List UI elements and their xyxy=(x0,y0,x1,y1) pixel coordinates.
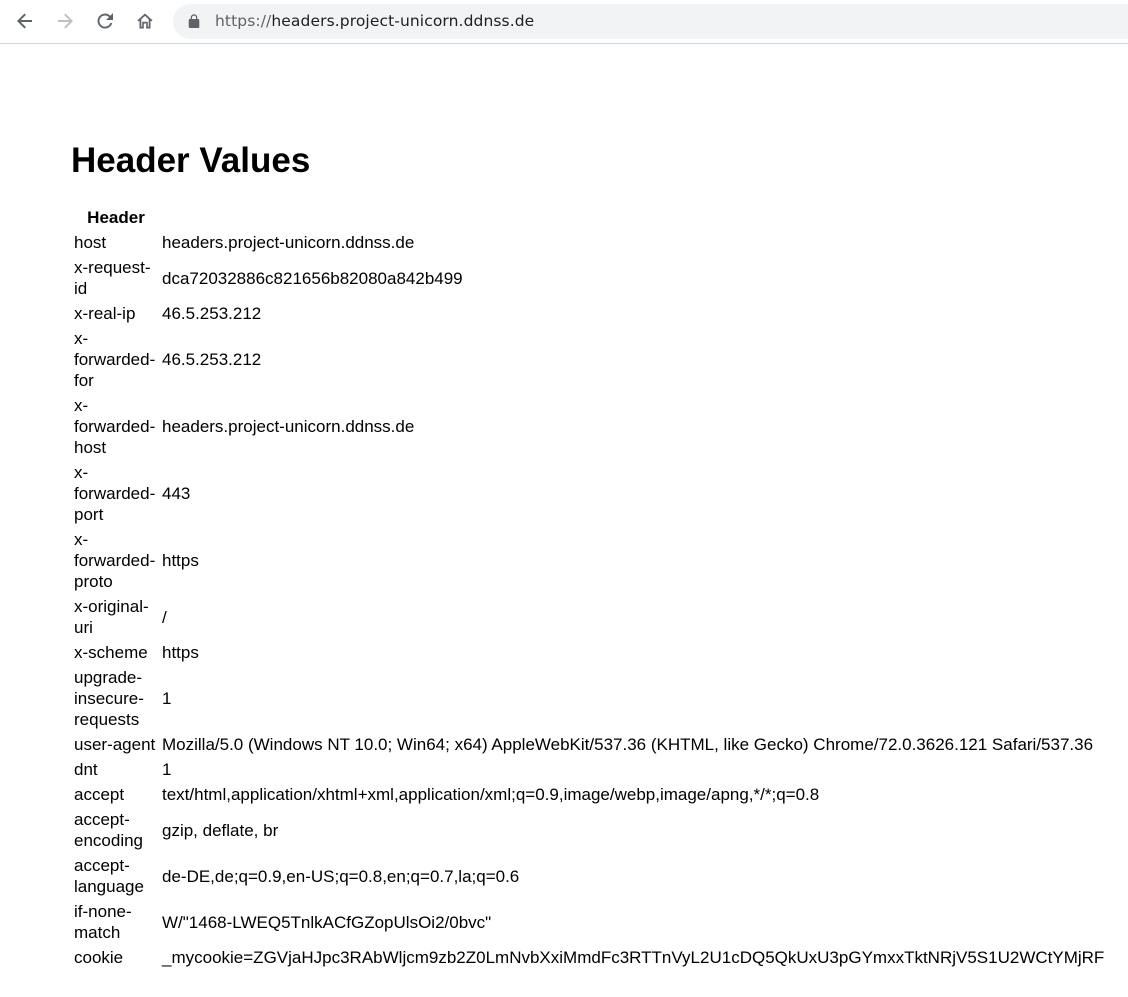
url-host: headers.project-unicorn.ddnss.de xyxy=(271,12,535,30)
header-value-cell: 1 xyxy=(162,760,172,779)
header-value-cell: gzip, deflate, br xyxy=(162,820,279,840)
header-name-cell: if-none-match xyxy=(74,902,132,942)
table-row: host headers.project-unicorn.ddnss.de xyxy=(73,231,1105,254)
header-name-cell: x-forwarded-proto xyxy=(74,530,156,591)
header-name-cell: x-request-id xyxy=(74,258,151,298)
table-body: host headers.project-unicorn.ddnss.de x-re… xyxy=(73,231,1105,969)
table-row: x-real-ip 46.5.253.212 xyxy=(73,302,1105,325)
header-name-cell: accept-encoding xyxy=(74,810,144,850)
header-value-cell: dca72032886c821656b82080a842b499 xyxy=(162,268,463,288)
forward-button[interactable] xyxy=(50,6,80,36)
header-value-cell: _mycookie=ZGVjaHJpc3RAbWljcm9zb2Z0LmNvbX… xyxy=(162,948,1105,967)
header-value-cell: Mozilla/5.0 (Windows NT 10.0; Win64; x64… xyxy=(162,735,1094,754)
header-value-cell: / xyxy=(162,607,167,627)
header-value-cell: headers.project-unicorn.ddnss.de xyxy=(162,417,415,436)
header-name-cell: user-agent xyxy=(74,735,156,754)
header-value-cell: W/"1468-LWEQ5TnlkACfGZopUlsOi2/0bvc" xyxy=(162,912,492,932)
column-header-header: Header xyxy=(87,208,145,227)
header-name-cell: host xyxy=(74,233,107,252)
table-row: x-forwarded-port 443 xyxy=(73,461,1105,526)
url-scheme: https:// xyxy=(215,12,272,30)
header-values-table: Header host headers.project-unicorn.ddnss… xyxy=(71,204,1107,971)
table-row: x-scheme https xyxy=(73,641,1105,664)
header-value-cell: 46.5.253.212 xyxy=(162,304,262,323)
table-row: x-request-id dca72032886c821656b82080a842… xyxy=(73,256,1105,300)
table-header-row: Header xyxy=(73,206,1105,229)
url-text: https://headers.project-unicorn.ddnss.de xyxy=(215,12,534,30)
arrow-left-icon xyxy=(17,13,32,29)
address-bar[interactable]: https://headers.project-unicorn.ddnss.de xyxy=(173,4,1128,39)
header-name-cell: cookie xyxy=(74,948,124,967)
header-value-cell: headers.project-unicorn.ddnss.de xyxy=(162,233,415,252)
header-name-cell: x-forwarded-port xyxy=(74,463,156,524)
header-value-cell: 443 xyxy=(162,484,191,503)
home-icon xyxy=(137,13,153,29)
reload-button[interactable] xyxy=(90,6,120,36)
header-name-cell: x-forwarded-for xyxy=(74,329,156,390)
back-button[interactable] xyxy=(10,6,40,36)
page-title: Header Values xyxy=(71,141,311,180)
header-value-cell: 1 xyxy=(162,689,172,708)
table-row: x-forwarded-proto https xyxy=(73,528,1105,593)
table-row: upgrade-insecure-requests 1 xyxy=(73,666,1105,731)
header-name-cell: accept-language xyxy=(74,856,144,896)
table-row: accept text/html,application/xhtml+xml,ap… xyxy=(73,783,1105,806)
header-name-cell: x-real-ip xyxy=(74,304,136,323)
table-row: dnt 1 xyxy=(73,758,1105,781)
header-name-cell: accept xyxy=(74,785,125,804)
table-row: user-agent Mozilla/5.0 (Windows NT 10.0; … xyxy=(73,733,1105,756)
header-value-cell: de-DE,de;q=0.9,en-US;q=0.8,en;q=0.7,la;q… xyxy=(162,866,520,886)
header-value-cell: text/html,application/xhtml+xml,applicat… xyxy=(162,785,820,804)
header-value-cell: 46.5.253.212 xyxy=(162,350,262,369)
header-name-cell: x-forwarded-host xyxy=(74,396,156,457)
table-row: x-forwarded-host headers.project-unicorn.… xyxy=(73,394,1105,459)
table-row: cookie _mycookie=ZGVjaHJpc3RAbWljcm9zb2Z0… xyxy=(73,946,1105,969)
table-row: accept-encoding gzip, deflate, br xyxy=(73,808,1105,852)
lock-icon xyxy=(188,14,200,29)
header-name-cell: upgrade-insecure-requests xyxy=(74,668,144,729)
header-value-cell: https xyxy=(162,551,199,570)
header-name-cell: x-scheme xyxy=(74,643,148,662)
home-button[interactable] xyxy=(130,6,160,36)
table-row: if-none-match W/"1468-LWEQ5TnlkACfGZopUls… xyxy=(73,900,1105,944)
browser-toolbar: https://headers.project-unicorn.ddnss.de xyxy=(0,0,1128,44)
reload-icon xyxy=(97,13,113,29)
header-name-cell: x-original-uri xyxy=(74,597,149,637)
table-row: x-original-uri / xyxy=(73,595,1105,639)
table-row: accept-language de-DE,de;q=0.9,en-US;q=0.… xyxy=(73,854,1105,898)
header-value-cell: https xyxy=(162,643,199,662)
header-name-cell: dnt xyxy=(74,760,98,779)
arrow-right-icon xyxy=(58,13,73,29)
table-row: x-forwarded-for 46.5.253.212 xyxy=(73,327,1105,392)
